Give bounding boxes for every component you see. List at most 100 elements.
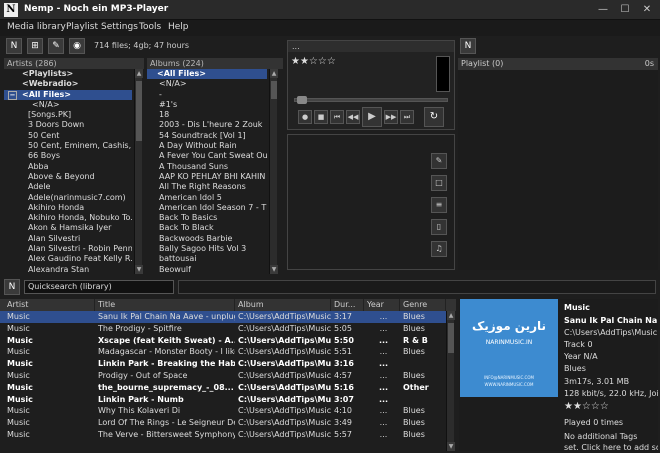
headphones-icon[interactable]: ♫	[431, 241, 447, 257]
albums-header[interactable]: Albums (224)	[147, 58, 283, 69]
album-item[interactable]: A Fever You Cant Sweat Out	[147, 151, 267, 161]
artist-item[interactable]: Alan Silvestri - Robin Penn...	[4, 244, 132, 254]
equalizer-icon[interactable]: ≡	[431, 197, 447, 213]
effects-icon[interactable]: ▯	[431, 219, 447, 235]
scroll-up-icon[interactable]: ▲	[270, 69, 278, 78]
artist-item[interactable]: Above & Beyond	[4, 172, 132, 182]
artists-header[interactable]: Artists (286)	[4, 58, 144, 69]
scroll-thumb[interactable]	[136, 81, 142, 141]
album-item[interactable]: Beowulf	[147, 265, 267, 274]
menu-settings[interactable]: Settings	[101, 22, 138, 32]
album-item[interactable]: <N/A>	[147, 79, 267, 89]
artist-item[interactable]: Adele	[4, 182, 132, 192]
scroll-down-icon[interactable]: ▼	[447, 442, 455, 451]
table-row[interactable]: Music Lord Of The Rings - Le Seigneur De.…	[0, 417, 446, 429]
seek-slider[interactable]	[294, 96, 448, 104]
scroll-thumb[interactable]	[271, 81, 277, 99]
rating-stars[interactable]: ★★☆☆☆	[291, 56, 336, 67]
column-duration[interactable]: Dur...	[331, 299, 364, 311]
album-item[interactable]: #1's	[147, 100, 267, 110]
stop-icon[interactable]: ■	[314, 110, 328, 124]
play-icon[interactable]: ▶	[362, 107, 382, 127]
scroll-up-icon[interactable]: ▲	[447, 311, 455, 320]
info-rating-stars[interactable]: ★★☆☆☆	[564, 401, 609, 412]
column-artist[interactable]: Artist	[4, 299, 95, 311]
search-menu-icon[interactable]: N	[4, 279, 20, 295]
album-item[interactable]: American Idol Season 7 - The	[147, 203, 267, 213]
table-row[interactable]: Music Linkin Park - Breaking the Habit C:\…	[0, 358, 446, 370]
album-item[interactable]: Backwoods Barbie	[147, 234, 267, 244]
artist-item[interactable]: 66 Boys	[4, 151, 132, 161]
table-row[interactable]: Music Why This Kolaveri Di C:\Users\AddTip…	[0, 405, 446, 417]
album-item[interactable]: All The Right Reasons	[147, 182, 267, 192]
album-item[interactable]: AAP KO PEHLAY BHI KAHIN ...	[147, 172, 267, 182]
tree-collapse-icon[interactable]: −	[8, 90, 17, 100]
playlist-menu-icon[interactable]: N	[460, 38, 476, 54]
visual-icon[interactable]: □	[431, 175, 447, 191]
album-item[interactable]: -	[147, 90, 267, 100]
album-item[interactable]: 18	[147, 110, 267, 120]
close-button[interactable]: ✕	[636, 2, 658, 17]
artist-item[interactable]: Abba	[4, 162, 132, 172]
artist-item[interactable]: 50 Cent	[4, 131, 132, 141]
album-item[interactable]: A Thousand Suns	[147, 162, 267, 172]
edit-icon[interactable]: ✎	[48, 38, 64, 54]
info-tags-hint[interactable]: set. Click here to add some.	[564, 443, 658, 451]
seek-knob[interactable]	[297, 96, 307, 104]
table-scrollbar[interactable]: ▲ ▼	[446, 311, 455, 451]
album-cover[interactable]: نارین موزیک NARINMUSIC.IN INFO@NARINMUSI…	[460, 299, 558, 397]
menu-tools[interactable]: Tools	[139, 22, 161, 32]
table-row[interactable]: Music The Verve - Bittersweet Symphony C:\…	[0, 429, 446, 441]
rewind-icon[interactable]: ◀◀	[346, 110, 360, 124]
menu-help[interactable]: Help	[168, 22, 189, 32]
column-genre[interactable]: Genre	[400, 299, 446, 311]
quicksearch-input[interactable]: Quicksearch (library)	[24, 280, 174, 294]
cd-icon[interactable]: ◉	[69, 38, 85, 54]
scroll-up-icon[interactable]: ▲	[135, 69, 143, 78]
album-item[interactable]: American Idol 5	[147, 193, 267, 203]
artist-item[interactable]: Alan Silvestri	[4, 234, 132, 244]
album-item[interactable]: A Day Without Rain	[147, 141, 267, 151]
forward-icon[interactable]: ▶▶	[384, 110, 398, 124]
next-icon[interactable]: ⏭	[400, 110, 414, 124]
album-item[interactable]: Bally Sagoo Hits Vol 3	[147, 244, 267, 254]
table-row[interactable]: Music Prodigy - Out of Space C:\Users\AddT…	[0, 370, 446, 382]
maximize-button[interactable]: ☐	[614, 2, 636, 17]
album-item-selected[interactable]: <All Files>	[147, 69, 267, 80]
album-item[interactable]: 54 Soundtrack [Vol 1]	[147, 131, 267, 141]
scroll-down-icon[interactable]: ▼	[135, 265, 143, 274]
artist-item[interactable]: <Webradio>	[4, 79, 132, 89]
table-row[interactable]: Music the_bourne_supremacy_-_08... C:\User…	[0, 382, 446, 394]
column-title[interactable]: Title	[95, 299, 235, 311]
artist-item[interactable]: 3 Doors Down	[4, 120, 132, 130]
artist-item[interactable]: <N/A>	[4, 100, 132, 110]
menu-playlist[interactable]: Playlist	[66, 22, 98, 32]
column-year[interactable]: Year	[364, 299, 400, 311]
browse-mode-icon[interactable]: ⊞	[27, 38, 43, 54]
playlist-area[interactable]	[458, 70, 658, 270]
artist-item[interactable]: Akihiro Honda, Nobuko To...	[4, 213, 132, 223]
artist-item[interactable]: Akihiro Honda	[4, 203, 132, 213]
table-row[interactable]: Music Xscape (feat Keith Sweat) - A... C:\…	[0, 335, 446, 347]
repeat-icon[interactable]: ↻	[424, 107, 444, 127]
artist-item[interactable]: Alexandra Stan	[4, 265, 132, 274]
albums-scrollbar[interactable]: ▲ ▼	[269, 69, 278, 274]
album-item[interactable]: 2003 - Dis L'heure 2 Zouk	[147, 120, 267, 130]
equalizer-brush-icon[interactable]: ✎	[431, 153, 447, 169]
table-row[interactable]: Music Linkin Park - Numb C:\Users\AddTips\…	[0, 394, 446, 406]
menu-media-library[interactable]: Media library	[7, 22, 66, 32]
artist-item-selected[interactable]: − <All Files>	[4, 89, 132, 100]
minimize-button[interactable]: —	[592, 2, 614, 17]
table-row[interactable]: Music The Prodigy - Spitfire C:\Users\AddT…	[0, 323, 446, 335]
artist-item[interactable]: Adele(narinmusic7.com)	[4, 193, 132, 203]
artist-item[interactable]: Akon & Hamsika Iyer	[4, 223, 132, 233]
artists-scrollbar[interactable]: ▲ ▼	[134, 69, 143, 274]
album-item[interactable]: Back To Basics	[147, 213, 267, 223]
previous-icon[interactable]: ⏮	[330, 110, 344, 124]
record-icon[interactable]: ●	[298, 110, 312, 124]
album-item[interactable]: battousai	[147, 254, 267, 264]
nemp-menu-icon[interactable]: N	[6, 38, 22, 54]
table-row[interactable]: Music Madagascar - Monster Booty - I like…	[0, 346, 446, 358]
scroll-down-icon[interactable]: ▼	[270, 265, 278, 274]
artist-item[interactable]: 50 Cent, Eminem, Cashis, ...	[4, 141, 132, 151]
